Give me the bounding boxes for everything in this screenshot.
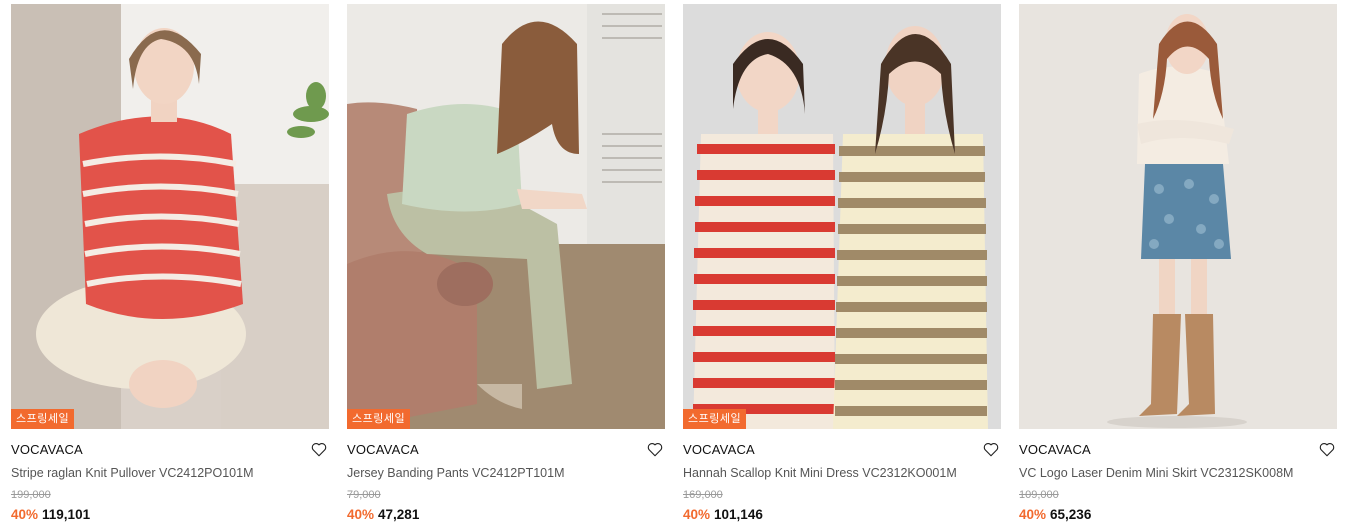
product-card[interactable]: VOCAVACA VC Logo Laser Denim Mini Skirt … — [1019, 4, 1337, 524]
product-image[interactable] — [1019, 4, 1337, 429]
product-name[interactable]: Jersey Banding Pants VC2412PT101M — [347, 464, 665, 482]
product-card[interactable]: 스프링세일 VOCAVACA Jersey Banding Pants VC24… — [347, 4, 665, 524]
product-grid: 스프링세일 VOCAVACA Stripe raglan Knit Pullov… — [0, 0, 1347, 530]
product-image[interactable]: 스프링세일 — [683, 4, 1001, 429]
original-price: 169,000 — [683, 489, 723, 501]
original-price: 199,000 — [11, 489, 51, 501]
discount-rate: 40% — [347, 507, 375, 522]
product-name[interactable]: Hannah Scallop Knit Mini Dress VC2312KO0… — [683, 464, 1001, 482]
original-price: 109,000 — [1019, 489, 1059, 501]
brand-name[interactable]: VOCAVACA — [347, 441, 665, 459]
price-row: 40% 65,236 — [1019, 506, 1337, 524]
brand-name[interactable]: VOCAVACA — [1019, 441, 1337, 459]
sale-price: 119,101 — [42, 507, 91, 522]
discount-rate: 40% — [1019, 507, 1047, 522]
sale-badge: 스프링세일 — [347, 409, 411, 429]
heart-outline-icon[interactable] — [646, 440, 664, 458]
discount-rate: 40% — [683, 507, 711, 522]
product-image[interactable]: 스프링세일 — [11, 4, 329, 429]
original-price: 79,000 — [347, 489, 381, 501]
product-image[interactable]: 스프링세일 — [347, 4, 665, 429]
product-name[interactable]: VC Logo Laser Denim Mini Skirt VC2312SK0… — [1019, 464, 1337, 482]
heart-outline-icon[interactable] — [310, 440, 328, 458]
product-card[interactable]: 스프링세일 VOCAVACA Hannah Scallop Knit Mini … — [683, 4, 1001, 524]
price-row: 40% 47,281 — [347, 506, 665, 524]
sale-badge: 스프링세일 — [683, 409, 747, 429]
sale-price: 65,236 — [1050, 507, 1092, 522]
product-name[interactable]: Stripe raglan Knit Pullover VC2412PO101M — [11, 464, 329, 482]
price-row: 40% 101,146 — [683, 506, 1001, 524]
discount-rate: 40% — [11, 507, 39, 522]
brand-name[interactable]: VOCAVACA — [683, 441, 1001, 459]
sale-price: 101,146 — [714, 507, 763, 522]
price-row: 40% 119,101 — [11, 506, 329, 524]
heart-outline-icon[interactable] — [1318, 440, 1336, 458]
sale-badge: 스프링세일 — [11, 409, 75, 429]
sale-price: 47,281 — [378, 507, 420, 522]
product-card[interactable]: 스프링세일 VOCAVACA Stripe raglan Knit Pullov… — [11, 4, 329, 524]
heart-outline-icon[interactable] — [982, 440, 1000, 458]
brand-name[interactable]: VOCAVACA — [11, 441, 329, 459]
